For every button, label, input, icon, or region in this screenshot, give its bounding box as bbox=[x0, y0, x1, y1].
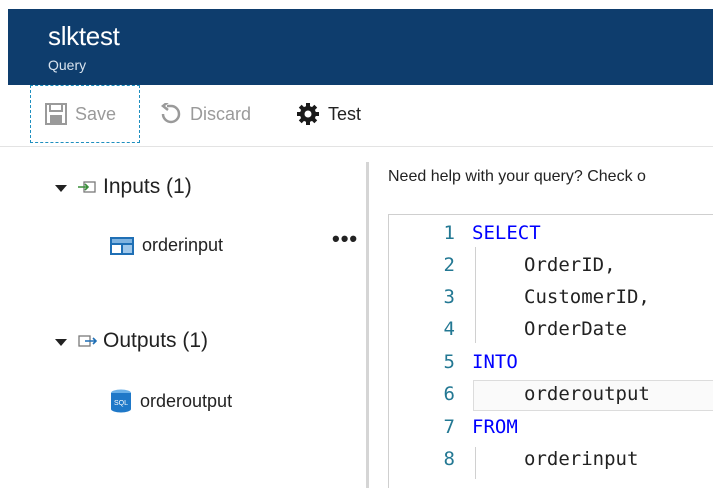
blade-title: slktest bbox=[48, 21, 120, 51]
caret-down-icon[interactable] bbox=[55, 185, 67, 192]
line-number: 8 bbox=[443, 448, 455, 470]
save-label: Save bbox=[75, 103, 117, 124]
svg-text:SQL: SQL bbox=[114, 400, 128, 407]
code-text: FROM bbox=[472, 416, 518, 438]
code-line[interactable]: 1 SELECT bbox=[389, 222, 713, 254]
code-line[interactable]: 7 FROM bbox=[389, 416, 713, 448]
line-number: 6 bbox=[443, 383, 455, 405]
gear-icon bbox=[296, 102, 320, 126]
code-text: orderoutput bbox=[524, 383, 650, 405]
outputs-group-label: Outputs (1) bbox=[103, 329, 209, 352]
discard-button[interactable]: Discard bbox=[158, 85, 251, 143]
test-label: Test bbox=[328, 103, 362, 124]
query-editor[interactable]: 1 SELECT 2 OrderID, 3 CustomerID, 4 Orde… bbox=[388, 214, 713, 488]
inputs-group-label: Inputs (1) bbox=[103, 175, 192, 198]
code-line[interactable]: 6 orderoutput bbox=[389, 383, 713, 415]
output-item-label: orderoutput bbox=[140, 390, 233, 411]
line-number: 4 bbox=[443, 318, 455, 340]
inputs-group[interactable]: Inputs (1) bbox=[55, 175, 192, 199]
input-item-orderinput[interactable]: orderinput bbox=[110, 235, 223, 256]
code-line[interactable]: 8 orderinput bbox=[389, 448, 713, 480]
output-icon bbox=[77, 331, 97, 351]
code-text: orderinput bbox=[524, 448, 639, 470]
query-help-text: Need help with your query? Check o bbox=[388, 168, 646, 185]
output-item-orderoutput[interactable]: SQL orderoutput bbox=[110, 389, 232, 413]
outputs-group[interactable]: Outputs (1) bbox=[55, 329, 208, 353]
code-text: SELECT bbox=[472, 222, 541, 244]
sql-database-icon: SQL bbox=[110, 389, 132, 413]
code-text: OrderID, bbox=[524, 254, 616, 276]
line-number: 2 bbox=[443, 254, 455, 276]
code-line[interactable]: 5 INTO bbox=[389, 351, 713, 383]
code-line[interactable]: 3 CustomerID, bbox=[389, 286, 713, 318]
discard-icon bbox=[158, 103, 182, 125]
line-number: 3 bbox=[443, 286, 455, 308]
blade-header: slktest Query bbox=[8, 9, 713, 85]
input-icon bbox=[77, 177, 97, 197]
code-line[interactable]: 2 OrderID, bbox=[389, 254, 713, 286]
save-icon bbox=[45, 103, 67, 125]
stream-input-icon bbox=[110, 236, 134, 256]
more-options-button[interactable]: ••• bbox=[332, 228, 358, 250]
top-strip bbox=[0, 0, 713, 9]
pane-splitter[interactable] bbox=[366, 162, 369, 488]
discard-label: Discard bbox=[190, 103, 252, 124]
input-item-label: orderinput bbox=[142, 235, 224, 255]
blade-subtitle: Query bbox=[48, 57, 87, 73]
code-text: CustomerID, bbox=[524, 286, 650, 308]
caret-down-icon[interactable] bbox=[55, 339, 67, 346]
command-bar: Save Discard Test bbox=[8, 85, 713, 147]
line-number: 7 bbox=[443, 416, 455, 438]
line-number: 1 bbox=[443, 222, 455, 244]
test-button[interactable]: Test bbox=[296, 85, 361, 143]
save-button[interactable]: Save bbox=[30, 85, 140, 143]
code-text: INTO bbox=[472, 351, 518, 373]
line-number: 5 bbox=[443, 351, 455, 373]
code-text: OrderDate bbox=[524, 318, 627, 340]
code-line[interactable]: 4 OrderDate bbox=[389, 318, 713, 350]
